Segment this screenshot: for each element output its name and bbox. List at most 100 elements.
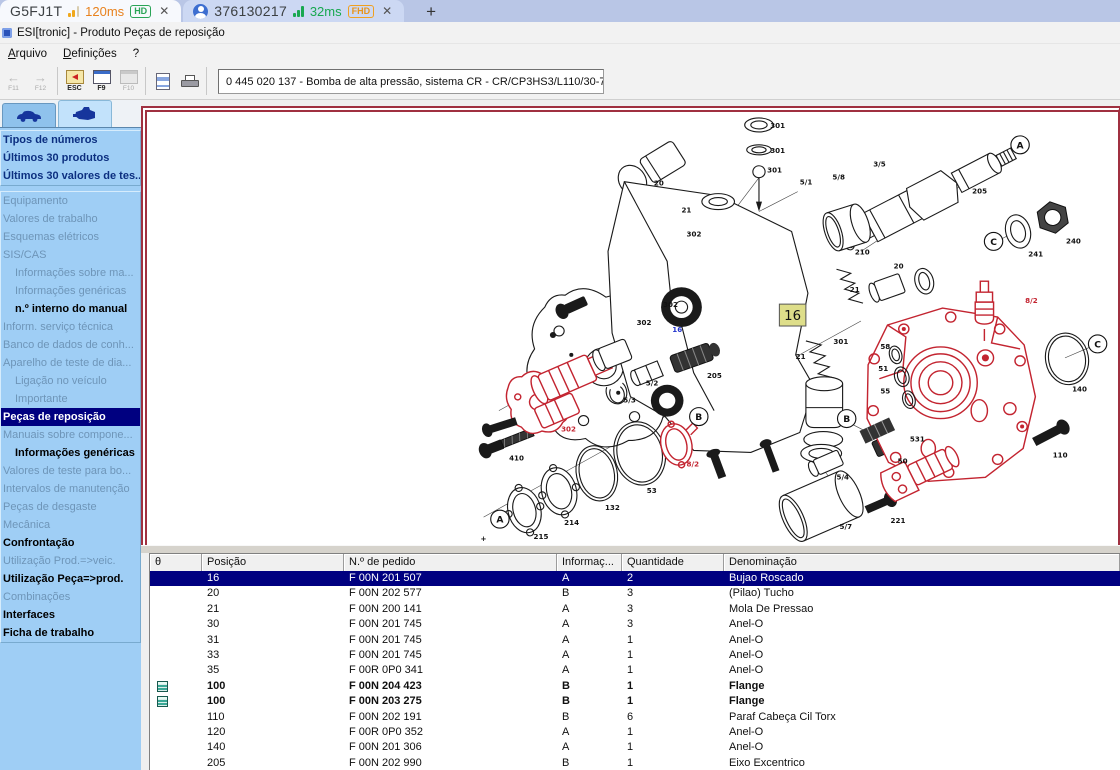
table-row-21[interactable]: 21F 00N 200 141A3Mola De Pressao [150,602,1120,617]
callout-B: B [690,408,708,426]
cell-8-4: 1 [622,694,724,709]
cell-7-1: 100 [202,679,344,694]
sidebar-item-23: Utilização Prod.=>veic. [1,552,140,570]
esc-icon [66,70,84,84]
close-tab-icon[interactable]: ✕ [380,4,394,18]
cell-12-0 [150,756,202,770]
esc-button[interactable]: ESC [61,65,88,98]
sidebar-item-22[interactable]: Confrontação [1,534,140,552]
table-row-35[interactable]: 35F 00R 0P0 341A1Anel-O [150,663,1120,678]
table-row-140[interactable]: 140F 00N 201 306A1Anel-O [150,740,1120,755]
forward-key-label: F12 [35,85,46,92]
table-row-205[interactable]: 205F 00N 202 990B1Eixo Excentrico [150,756,1120,770]
sidebar-item-9[interactable]: n.º interno do manual [1,300,140,318]
sidebar-nav: Tipos de númerosÚltimos 30 produtosÚltim… [0,127,141,770]
table-row-16[interactable]: 16F 00N 201 507A2Bujao Roscado [150,571,1120,586]
cell-1-5: (Pilao) Tucho [724,586,1120,601]
table-row-20[interactable]: 20F 00N 202 577B3(Pilao) Tucho [150,586,1120,601]
table-row-30[interactable]: 30F 00N 201 745A3Anel-O [150,617,1120,632]
cell-11-1: 140 [202,740,344,755]
cell-10-4: 1 [622,725,724,740]
part-number-label: 302 [637,318,652,327]
browser-tab-1[interactable]: G5FJ1T 120ms HD ✕ [0,0,181,22]
sidebar-item-1[interactable]: Últimos 30 produtos [1,149,140,167]
table-row-33[interactable]: 33F 00N 201 745A1Anel-O [150,648,1120,663]
table-row-100[interactable]: 100F 00N 204 423B1Flange [150,679,1120,694]
svg-text:B: B [843,415,850,425]
part-number-label: 21 [681,206,691,215]
esitronic-window: G5FJ1T 120ms HD ✕ 376130217 32ms FHD ✕ +… [0,0,1120,770]
f10-button[interactable]: F10 [115,65,142,98]
menu-item-1[interactable]: Definições [55,48,125,60]
cell-0-2: F 00N 201 507 [344,571,557,586]
sidebar-item-6: SIS/CAS [1,246,140,264]
table-row-110[interactable]: 110F 00N 202 191B6Paraf Cabeça Cil Torx [150,710,1120,725]
cell-11-2: F 00N 201 306 [344,740,557,755]
parts-diagram[interactable]: 16 30130130130120213023023025/15/83/5205… [147,112,1118,545]
cell-1-0 [150,586,202,601]
part-number-label: 301 [770,146,785,155]
sidebar-item-20: Peças de desgaste [1,498,140,516]
sidebar-item-17[interactable]: Informações genéricas [1,444,140,462]
sidebar-item-2[interactable]: Últimos 30 valores de tes... [1,167,140,185]
part-number-label: 51 [878,364,888,373]
column-header-5[interactable]: Denominação [724,554,1120,571]
document-button[interactable] [149,65,176,98]
tab-title: 376130217 [214,3,287,19]
cell-5-4: 1 [622,648,724,663]
table-row-31[interactable]: 31F 00N 201 745A1Anel-O [150,633,1120,648]
cell-2-3: A [557,602,622,617]
sidebar-item-0[interactable]: Tipos de números [1,131,140,149]
part-number-label: 20 [654,179,664,188]
cell-2-0 [150,602,202,617]
cell-0-5: Bujao Roscado [724,571,1120,586]
part-number-label: 55 [880,387,890,396]
column-header-0[interactable]: θ [150,554,202,571]
print-button[interactable] [176,65,203,98]
cell-4-5: Anel-O [724,633,1120,648]
part-number-label: 205 [707,371,722,380]
cell-7-0 [150,679,202,694]
menu-item-0[interactable]: Arquivo [0,48,55,60]
column-header-2[interactable]: N.º de pedido [344,554,557,571]
forward-button[interactable]: → F12 [27,65,54,98]
tab-title: G5FJ1T [10,3,62,19]
tab-component[interactable] [58,100,112,127]
part-number-label: 53 [647,486,657,495]
sidebar-item-27[interactable]: Ficha de trabalho [1,624,140,642]
table-row-120[interactable]: 120F 00R 0P0 352A1Anel-O [150,725,1120,740]
cell-3-5: Anel-O [724,617,1120,632]
cell-7-3: B [557,679,622,694]
app-icon [2,28,12,38]
back-button[interactable]: ← F11 [0,65,27,98]
new-tab-button[interactable]: + [420,2,442,22]
cell-9-5: Paraf Cabeça Cil Torx [724,710,1120,725]
menu-item-2[interactable]: ? [125,48,147,60]
sidebar-item-26[interactable]: Interfaces [1,606,140,624]
browser-tab-bar: G5FJ1T 120ms HD ✕ 376130217 32ms FHD ✕ + [0,0,1120,22]
callout-A: A [491,510,509,528]
cell-11-4: 1 [622,740,724,755]
close-tab-icon[interactable]: ✕ [157,4,171,18]
sidebar-item-15[interactable]: Peças de reposição [1,408,140,426]
part-number-label: 58 [880,342,890,351]
f9-button[interactable]: F9 [88,65,115,98]
browser-tab-2[interactable]: 376130217 32ms FHD ✕ [183,0,404,22]
part-number-label: 50 [898,456,908,465]
part-number-label: 531 [910,435,925,444]
pane-splitter[interactable] [141,545,1120,553]
column-header-3[interactable]: Informaç... [557,554,622,571]
product-field[interactable]: 0 445 020 137 - Bomba de alta pressão, s… [218,69,604,94]
sidebar-main-group: EquipamentoValores de trabalhoEsquemas e… [0,191,141,643]
part-number-label: 8/2 [687,459,700,468]
table-row-100[interactable]: 100F 00N 203 275B1Flange [150,694,1120,709]
part-number-label: 21 [796,352,806,361]
car-icon [15,109,43,123]
column-header-4[interactable]: Quantidade [622,554,724,571]
column-header-1[interactable]: Posição [202,554,344,571]
toolbar: ← F11 → F12 ESC F9 F10 0 445 020 137 - B… [0,63,1120,100]
tab-vehicle[interactable] [2,103,56,127]
sidebar-item-24[interactable]: Utilização Peça=>prod. [1,570,140,588]
cell-6-4: 1 [622,663,724,678]
toolbar-separator [145,67,146,95]
